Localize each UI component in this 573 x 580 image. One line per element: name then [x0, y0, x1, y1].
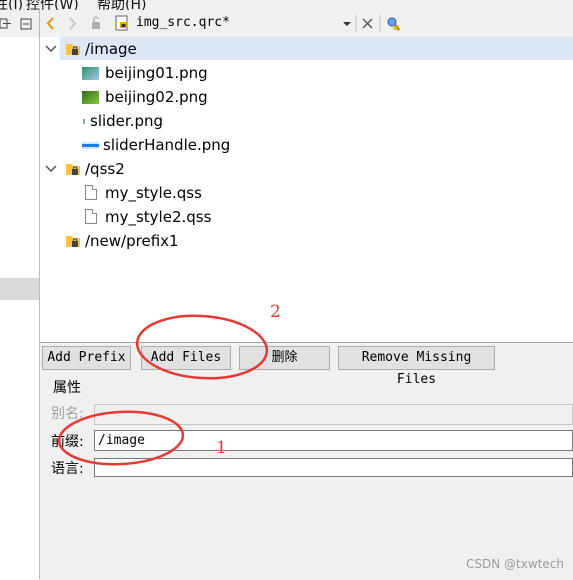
annotation-circle-2	[135, 314, 269, 380]
annotation-overlay	[57, 314, 269, 466]
annotation-number-1: 1	[216, 438, 227, 458]
watermark: CSDN @txwtech	[466, 557, 564, 571]
annotation-circle-1	[57, 410, 185, 466]
annotation-number-2: 2	[270, 302, 281, 322]
